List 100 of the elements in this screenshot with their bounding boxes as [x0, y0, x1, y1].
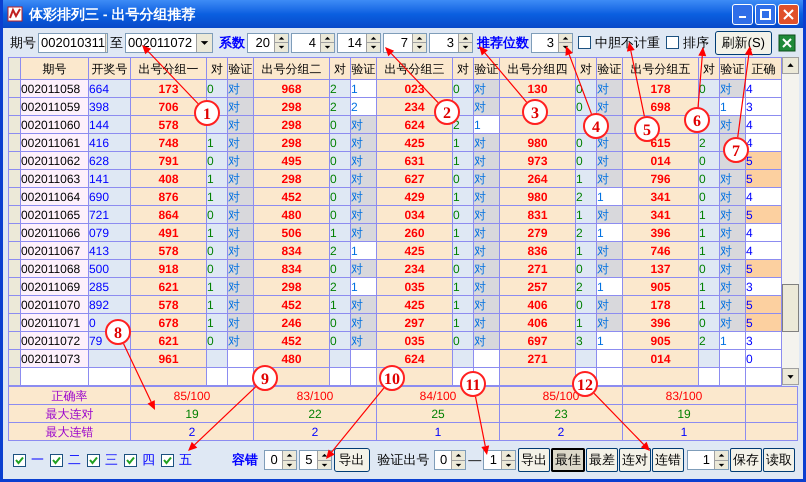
- verify-cell: 2: [350, 98, 376, 116]
- range-dash: —: [468, 451, 482, 470]
- group-number-cell: 746: [622, 242, 698, 260]
- verify-cell: 1: [596, 332, 622, 350]
- group-number-cell: 279: [500, 224, 576, 242]
- period-cell: 002011059: [20, 98, 88, 116]
- group-label: 五: [179, 451, 192, 470]
- scroll-down-icon[interactable]: [782, 368, 799, 385]
- action-button[interactable]: 连错: [652, 448, 684, 472]
- action-button[interactable]: 连对: [619, 448, 651, 472]
- column-header: 验证: [350, 58, 376, 80]
- period-combobox[interactable]: 002011072: [125, 32, 213, 52]
- group-number-cell: 495: [254, 152, 330, 170]
- verify-cell: 对: [474, 314, 500, 332]
- summary-label: 正确率: [8, 386, 130, 404]
- summary-value: 1: [622, 422, 746, 440]
- verify-cell: 对: [720, 260, 746, 278]
- period-cell: 002011070: [20, 296, 88, 314]
- coefficient-spinbox[interactable]: 4: [291, 32, 335, 52]
- checked-checkbox[interactable]: [50, 454, 63, 466]
- column-header: 开奖号: [88, 58, 130, 80]
- verify-cell: 对: [228, 278, 254, 296]
- action-button[interactable]: 导出: [518, 448, 550, 472]
- correct-count-cell: 5: [746, 206, 782, 224]
- group-number-cell: 271: [500, 260, 576, 278]
- group-number-cell: 491: [130, 224, 206, 242]
- checkbox[interactable]: [578, 36, 591, 49]
- verify-cell: 对: [474, 80, 500, 98]
- tolerance-spinbox[interactable]: 5: [298, 450, 332, 470]
- row-header: [8, 278, 20, 296]
- close-icon: [783, 8, 794, 20]
- verify-cell: 1: [596, 188, 622, 206]
- close-button[interactable]: [778, 4, 799, 24]
- recommend-digits-spinbox[interactable]: 3: [531, 32, 573, 52]
- checked-checkbox[interactable]: [124, 454, 137, 466]
- group-number-cell: 406: [500, 296, 576, 314]
- group-number-cell: 425: [376, 296, 452, 314]
- scroll-thumb[interactable]: [782, 284, 799, 332]
- verify-cell: 对: [350, 116, 376, 134]
- group-number-cell: 035: [376, 278, 452, 296]
- column-header: 验证: [720, 58, 746, 80]
- row-header: [8, 188, 20, 206]
- summary-value: 2: [500, 422, 622, 440]
- maximize-button[interactable]: [755, 4, 776, 24]
- group-number-cell: 961: [130, 350, 206, 368]
- coefficient-spinbox[interactable]: 3: [429, 32, 473, 52]
- group-number-cell: 298: [254, 98, 330, 116]
- period-cell: 002011062: [20, 152, 88, 170]
- summary-label: 最大连对: [8, 404, 130, 422]
- correct-count-cell: 4: [746, 188, 782, 206]
- group-number-cell: 130: [500, 80, 576, 98]
- group-number-cell: 831: [500, 206, 576, 224]
- minimize-icon: [739, 16, 746, 18]
- group-number-cell: 905: [622, 332, 698, 350]
- verify-cell: 对: [720, 224, 746, 242]
- verify-cell: 对: [228, 170, 254, 188]
- group-number-cell: 876: [130, 188, 206, 206]
- verify-cell: 对: [350, 224, 376, 242]
- coefficient-spinbox[interactable]: 20: [247, 32, 289, 52]
- row-header: [8, 116, 20, 134]
- coefficient-spinbox[interactable]: 14: [337, 32, 381, 52]
- checked-checkbox[interactable]: [161, 454, 174, 466]
- group-number-cell: 621: [130, 278, 206, 296]
- checkbox[interactable]: [666, 36, 679, 49]
- load-button[interactable]: 读取: [763, 448, 795, 472]
- verify-cell: [350, 350, 376, 368]
- minimize-button[interactable]: [732, 4, 753, 24]
- refresh-button[interactable]: 刷新(S): [714, 30, 772, 54]
- row-header: [8, 350, 20, 368]
- tolerance-spinbox[interactable]: 0: [264, 450, 297, 470]
- row-header: [8, 260, 20, 278]
- count-spinbox[interactable]: 1: [687, 450, 729, 470]
- action-button[interactable]: 最差: [586, 448, 618, 472]
- verify-cell: 对: [228, 188, 254, 206]
- correct-count-cell: 4: [746, 224, 782, 242]
- group-number-cell: 173: [130, 80, 206, 98]
- export-button[interactable]: 导出: [334, 448, 370, 472]
- period-combobox[interactable]: 002010311: [38, 32, 108, 52]
- scrollbar[interactable]: [782, 57, 799, 385]
- verify-cell: 对: [474, 98, 500, 116]
- save-button[interactable]: 保存: [730, 448, 762, 472]
- verify-cell: 对: [596, 314, 622, 332]
- group-number-cell: 864: [130, 206, 206, 224]
- correct-count-cell: 3: [746, 98, 782, 116]
- checked-checkbox[interactable]: [87, 454, 100, 466]
- checked-checkbox[interactable]: [13, 454, 26, 466]
- group-number-cell: 452: [254, 188, 330, 206]
- tolerance-label: 容错: [232, 451, 258, 470]
- spreadsheet-icon[interactable]: [778, 34, 796, 52]
- verify-cell: 对: [228, 98, 254, 116]
- scroll-up-icon[interactable]: [782, 57, 799, 74]
- period-cell: 002011073: [20, 350, 88, 368]
- coefficient-spinbox[interactable]: 7: [383, 32, 427, 52]
- verify-label: 验证出号: [378, 451, 430, 470]
- group-number-cell: 578: [130, 242, 206, 260]
- verify-to-spinbox[interactable]: 1: [483, 450, 516, 470]
- column-header: 对: [330, 58, 350, 80]
- action-button[interactable]: 最佳: [551, 448, 585, 472]
- verify-from-spinbox[interactable]: 0: [434, 450, 466, 470]
- verify-cell: 1: [474, 116, 500, 134]
